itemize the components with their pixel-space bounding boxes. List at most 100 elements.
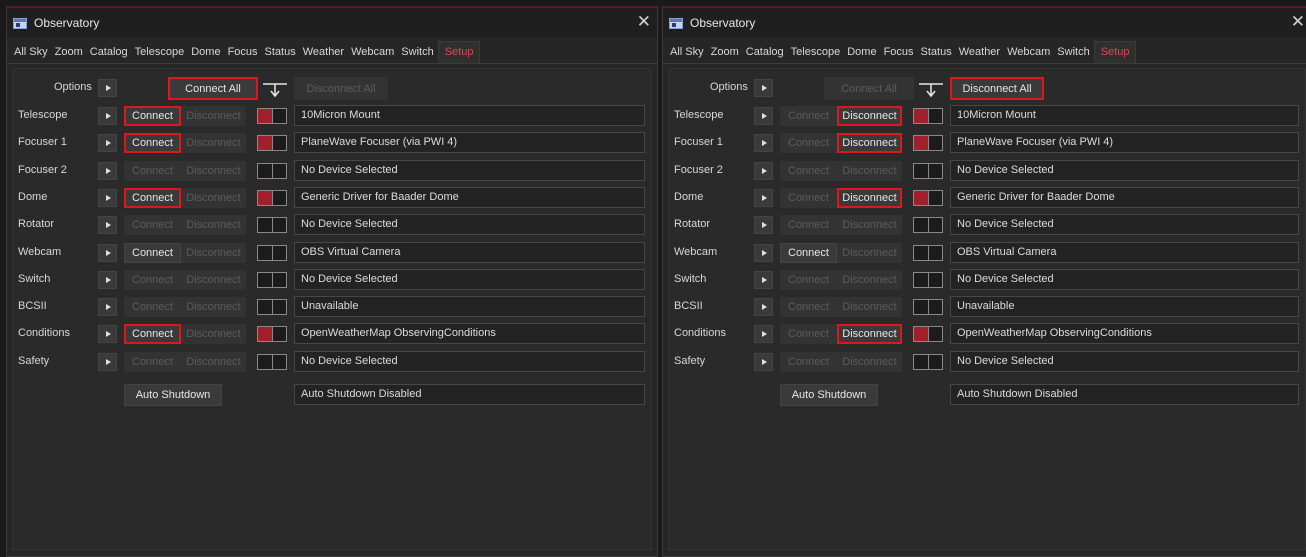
tab-focus[interactable]: Focus [881,46,918,63]
disconnect-button[interactable]: Disconnect [837,161,902,181]
chevron-right-icon[interactable] [754,189,773,207]
device-name-field[interactable]: OpenWeatherMap ObservingConditions [950,323,1299,344]
connect-button[interactable]: Connect [780,270,837,290]
connect-button[interactable]: Connect [124,352,181,372]
chevron-right-icon[interactable] [98,162,117,180]
device-name-field[interactable]: 10Micron Mount [294,105,645,126]
connect-all-button[interactable]: Connect All [168,77,258,100]
tab-status[interactable]: Status [262,46,300,63]
chevron-right-icon[interactable] [98,189,117,207]
tab-zoom[interactable]: Zoom [52,46,87,63]
tab-all-sky[interactable]: All Sky [11,46,52,63]
disconnect-all-button[interactable]: Disconnect All [950,77,1044,100]
connect-button[interactable]: Connect [780,133,837,153]
tab-setup[interactable]: Setup [437,41,481,63]
disconnect-button[interactable]: Disconnect [837,106,902,126]
disconnect-button[interactable]: Disconnect [181,133,246,153]
connect-button[interactable]: Connect [780,297,837,317]
disconnect-button[interactable]: Disconnect [181,161,246,181]
connect-button[interactable]: Connect [780,106,837,126]
disconnect-button[interactable]: Disconnect [837,352,902,372]
device-name-field[interactable]: PlaneWave Focuser (via PWI 4) [950,132,1299,153]
device-name-field[interactable]: No Device Selected [294,269,645,290]
tab-webcam[interactable]: Webcam [1004,46,1054,63]
tab-status[interactable]: Status [918,46,956,63]
connect-button[interactable]: Connect [780,352,837,372]
close-icon[interactable]: ✕ [1291,13,1305,31]
connect-button[interactable]: Connect [124,106,181,126]
auto-shutdown-button[interactable]: Auto Shutdown [780,384,878,406]
chevron-right-icon[interactable] [754,216,773,234]
device-name-field[interactable]: No Device Selected [950,160,1299,181]
close-icon[interactable]: ✕ [637,13,651,31]
disconnect-button[interactable]: Disconnect [181,243,246,263]
disconnect-button[interactable]: Disconnect [837,243,902,263]
disconnect-button[interactable]: Disconnect [837,297,902,317]
chevron-right-icon[interactable] [754,298,773,316]
chevron-right-icon[interactable] [98,107,117,125]
chevron-right-icon[interactable] [754,271,773,289]
tab-switch[interactable]: Switch [1054,46,1093,63]
chevron-right-icon[interactable] [754,162,773,180]
disconnect-button[interactable]: Disconnect [181,215,246,235]
connect-button[interactable]: Connect [124,243,181,263]
tab-setup[interactable]: Setup [1093,41,1137,63]
chevron-right-icon[interactable] [98,134,117,152]
chevron-right-icon[interactable] [754,107,773,125]
connect-button[interactable]: Connect [124,215,181,235]
chevron-right-icon[interactable] [98,298,117,316]
disconnect-all-button[interactable]: Disconnect All [294,77,388,100]
device-name-field[interactable]: No Device Selected [950,351,1299,372]
disconnect-button[interactable]: Disconnect [181,324,246,344]
connect-button[interactable]: Connect [124,270,181,290]
chevron-right-icon[interactable] [754,353,773,371]
disconnect-button[interactable]: Disconnect [181,352,246,372]
device-name-field[interactable]: Unavailable [294,296,645,317]
chevron-right-icon[interactable] [98,216,117,234]
connect-button[interactable]: Connect [124,133,181,153]
connect-button[interactable]: Connect [124,297,181,317]
tab-webcam[interactable]: Webcam [348,46,398,63]
tab-weather[interactable]: Weather [956,46,1004,63]
connect-button[interactable]: Connect [124,161,181,181]
device-name-field[interactable]: No Device Selected [950,214,1299,235]
tab-dome[interactable]: Dome [188,46,224,63]
connect-button[interactable]: Connect [780,243,837,263]
device-name-field[interactable]: PlaneWave Focuser (via PWI 4) [294,132,645,153]
disconnect-button[interactable]: Disconnect [181,188,246,208]
device-name-field[interactable]: OBS Virtual Camera [294,242,645,263]
device-name-field[interactable]: 10Micron Mount [950,105,1299,126]
disconnect-button[interactable]: Disconnect [837,324,902,344]
device-name-field[interactable]: Generic Driver for Baader Dome [950,187,1299,208]
connect-all-button[interactable]: Connect All [824,77,914,100]
disconnect-button[interactable]: Disconnect [837,133,902,153]
connect-button[interactable]: Connect [780,188,837,208]
chevron-right-icon[interactable] [98,325,117,343]
options-chevron-right-icon[interactable] [98,79,117,97]
device-name-field[interactable]: No Device Selected [950,269,1299,290]
device-name-field[interactable]: No Device Selected [294,351,645,372]
device-name-field[interactable]: OpenWeatherMap ObservingConditions [294,323,645,344]
connect-button[interactable]: Connect [780,161,837,181]
chevron-right-icon[interactable] [754,134,773,152]
tab-switch[interactable]: Switch [398,46,437,63]
connect-button[interactable]: Connect [780,215,837,235]
chevron-right-icon[interactable] [98,271,117,289]
options-chevron-right-icon[interactable] [754,79,773,97]
tab-dome[interactable]: Dome [844,46,880,63]
chevron-right-icon[interactable] [98,353,117,371]
disconnect-button[interactable]: Disconnect [837,188,902,208]
tab-weather[interactable]: Weather [300,46,348,63]
disconnect-button[interactable]: Disconnect [181,106,246,126]
disconnect-button[interactable]: Disconnect [181,297,246,317]
chevron-right-icon[interactable] [754,244,773,262]
tab-telescope[interactable]: Telescope [788,46,845,63]
device-name-field[interactable]: Generic Driver for Baader Dome [294,187,645,208]
device-name-field[interactable]: No Device Selected [294,160,645,181]
tab-zoom[interactable]: Zoom [708,46,743,63]
disconnect-button[interactable]: Disconnect [837,215,902,235]
disconnect-button[interactable]: Disconnect [181,270,246,290]
connect-button[interactable]: Connect [124,188,181,208]
device-name-field[interactable]: No Device Selected [294,214,645,235]
chevron-right-icon[interactable] [98,244,117,262]
